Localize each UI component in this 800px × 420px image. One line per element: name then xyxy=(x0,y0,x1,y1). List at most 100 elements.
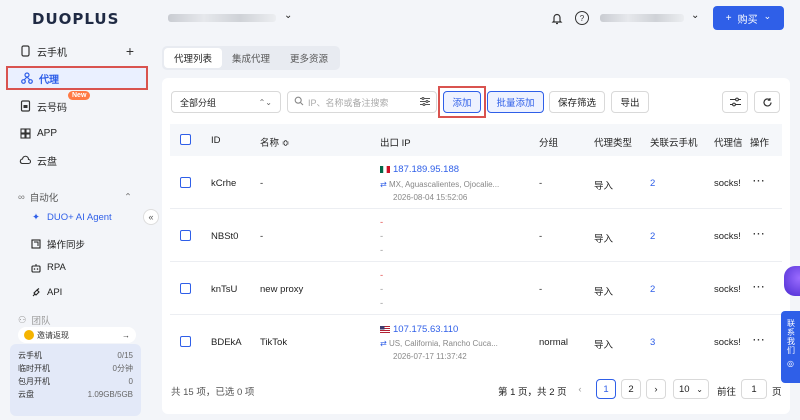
row-time: 2026-07-17 11:37:42 xyxy=(393,352,467,361)
row-more-icon[interactable]: ··· xyxy=(753,282,766,293)
quota-row: 云盘 1.09GB/5GB xyxy=(18,390,133,399)
tab-proxy-list[interactable]: 代理列表 xyxy=(164,48,223,68)
row-id: NBSt0 xyxy=(211,231,239,242)
search-input[interactable]: IP、名称或备注搜索 xyxy=(287,91,437,113)
contact-us-button[interactable]: 联系我们 ◎ xyxy=(781,311,800,383)
help-icon[interactable]: ? xyxy=(575,11,589,25)
search-icon xyxy=(294,96,304,108)
group-select[interactable]: 全部分组 ⌃⌄ xyxy=(171,91,281,113)
tab-integrated-proxy[interactable]: 集成代理 xyxy=(222,48,280,68)
prev-page-button[interactable]: ‹ xyxy=(570,379,590,399)
row-type: 导入 xyxy=(594,340,614,351)
duoplus-logo[interactable]: DUOPLUS xyxy=(32,10,119,28)
ai-assistant-orb[interactable] xyxy=(784,266,800,296)
row-phones-link[interactable]: 3 xyxy=(650,337,655,348)
robot-icon xyxy=(30,263,42,273)
chevron-down-icon[interactable]: ⌄ xyxy=(284,10,292,21)
swap-icon: ⇄ xyxy=(380,339,387,348)
sidebar: DUOPLUS 云手机 + 代理 云号码 New APP 云盘 ∞ 自动化 ⌃ … xyxy=(0,0,150,420)
row-time: - xyxy=(380,298,384,309)
us-flag-icon xyxy=(380,325,390,333)
row-location: ⇄ MX, Aguascalientes, Ojocalie... xyxy=(380,180,500,189)
row-phones-link[interactable]: 2 xyxy=(650,178,655,189)
quota-row: 包月开机 0 xyxy=(18,377,133,386)
sidebar-item-label: 云号码 xyxy=(37,102,67,114)
row-group: - xyxy=(539,231,543,242)
sidebar-item-app[interactable]: APP xyxy=(6,121,148,145)
row-ip[interactable]: 107.175.63.110 xyxy=(380,324,458,335)
page-2-button[interactable]: 2 xyxy=(621,379,641,399)
chevron-updown-icon: ⌃⌄ xyxy=(258,97,272,107)
row-more-icon[interactable]: ··· xyxy=(753,176,766,187)
sim-icon xyxy=(18,99,32,113)
sidebar-item-proxy[interactable]: 代理 xyxy=(6,66,148,90)
sidebar-item-rpa[interactable]: RPA xyxy=(30,262,66,273)
row-phones-link[interactable]: 2 xyxy=(650,284,655,295)
row-info: socks! xyxy=(714,231,741,242)
row-checkbox[interactable] xyxy=(180,230,191,241)
column-header-name[interactable]: 名称 ≎ xyxy=(260,135,290,149)
infinity-icon: ∞ xyxy=(18,191,25,203)
bell-icon[interactable] xyxy=(550,11,564,25)
mexico-flag-icon xyxy=(380,165,390,173)
sidebar-item-api[interactable]: API xyxy=(30,287,62,298)
sidebar-item-cloud-phone[interactable]: 云手机 + xyxy=(6,39,148,63)
swap-icon: ⇄ xyxy=(380,180,387,189)
row-location: - xyxy=(380,284,384,295)
add-phone-icon[interactable]: + xyxy=(126,43,134,59)
goto-label: 前往 xyxy=(717,387,737,398)
save-filter-button[interactable]: 保存筛选 xyxy=(549,91,605,113)
team-section[interactable]: ⚇ 团队 xyxy=(18,313,51,328)
automation-section[interactable]: ∞ 自动化 ⌃ xyxy=(18,190,132,205)
row-divider xyxy=(170,261,782,262)
row-checkbox[interactable] xyxy=(180,283,191,294)
page-1-button[interactable]: 1 xyxy=(596,379,616,399)
row-checkbox[interactable] xyxy=(180,336,191,347)
row-name: new proxy xyxy=(260,284,304,295)
column-header-phones: 关联云手机 xyxy=(650,138,698,149)
batch-add-button[interactable]: 批量添加 xyxy=(487,91,544,113)
next-page-button[interactable]: › xyxy=(646,379,666,399)
row-ip: - xyxy=(380,217,384,228)
quota-panel: 云手机 0/15 临时开机 0分钟 包月开机 0 云盘 1.09GB/5GB xyxy=(10,344,141,416)
refresh-button[interactable] xyxy=(754,91,780,113)
row-time: - xyxy=(380,245,384,256)
page-info: 第 1 页，共 2 页 xyxy=(498,387,567,398)
sidebar-item-ai-agent[interactable]: ✦ DUO+ AI Agent xyxy=(30,212,112,223)
buy-button[interactable]: + 购买 ⌄ xyxy=(713,6,784,30)
row-ip: - xyxy=(380,270,384,281)
invite-cashback-banner[interactable]: 邀请返现 → xyxy=(18,327,136,343)
row-name: - xyxy=(260,231,264,242)
chevron-down-icon[interactable]: ⌄ xyxy=(691,10,699,21)
sync-icon xyxy=(30,239,42,249)
redacted-account-name xyxy=(168,14,276,22)
quota-row: 临时开机 0分钟 xyxy=(18,364,133,373)
row-checkbox[interactable] xyxy=(180,177,191,188)
sidebar-item-label: APP xyxy=(37,127,58,139)
chevron-left-icon: ‹ xyxy=(578,383,582,395)
column-header-exit-ip: 出口 IP xyxy=(380,138,411,149)
page-size-select[interactable]: 10 ⌄ xyxy=(673,379,709,399)
sidebar-item-cloud-number[interactable]: 云号码 New xyxy=(6,91,148,118)
row-type: 导入 xyxy=(594,287,614,298)
sidebar-item-cloud-disk[interactable]: 云盘 xyxy=(6,148,148,172)
top-header: ⌄ ? ⌄ + 购买 ⌄ xyxy=(150,0,800,38)
row-group: - xyxy=(539,178,543,189)
row-id: knTsU xyxy=(211,284,238,295)
row-more-icon[interactable]: ··· xyxy=(753,335,766,346)
chat-icon: ◎ xyxy=(787,359,794,368)
goto-page-input[interactable]: 1 xyxy=(741,379,767,399)
export-button[interactable]: 导出 xyxy=(611,91,649,113)
cloud-icon xyxy=(18,153,32,167)
row-phones-link[interactable]: 2 xyxy=(650,231,655,242)
collapse-sidebar-button[interactable]: « xyxy=(143,209,159,225)
row-more-icon[interactable]: ··· xyxy=(753,229,766,240)
chevron-right-icon: › xyxy=(654,383,658,395)
select-all-checkbox[interactable] xyxy=(180,134,191,145)
tab-more-resources[interactable]: 更多资源 xyxy=(280,48,338,68)
sidebar-item-sync[interactable]: 操作同步 xyxy=(30,237,85,251)
filter-icon[interactable] xyxy=(420,96,430,108)
row-ip[interactable]: 187.189.95.188 xyxy=(380,164,459,175)
add-button[interactable]: 添加 xyxy=(443,91,481,113)
column-settings-button[interactable] xyxy=(722,91,748,113)
